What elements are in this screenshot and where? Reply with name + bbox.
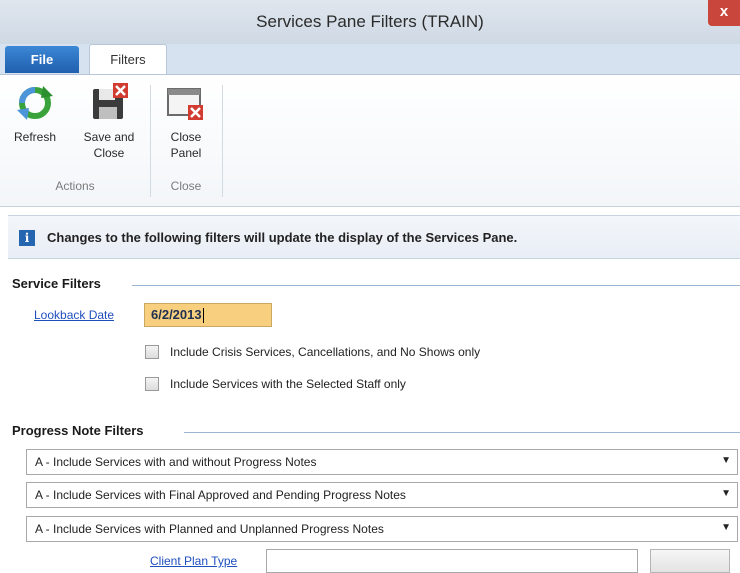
close-panel-button[interactable]: Close Panel: [154, 83, 218, 161]
ribbon: Refresh Save and Close Actions Close Pan…: [0, 75, 740, 207]
filters-content: Service Filters Lookback Date 6/2/2013 I…: [8, 264, 740, 573]
planned-status-select-value: A - Include Services with Planned and Un…: [35, 522, 384, 536]
include-crisis-label: Include Crisis Services, Cancellations, …: [170, 345, 481, 359]
approval-status-select[interactable]: A - Include Services with Final Approved…: [26, 482, 738, 508]
info-icon: i: [19, 230, 35, 246]
section-divider: [132, 285, 740, 286]
client-plan-type-input[interactable]: [266, 549, 638, 573]
section-divider: [184, 432, 740, 433]
lookback-date-link[interactable]: Lookback Date: [34, 308, 114, 322]
refresh-icon: [15, 83, 55, 123]
include-staff-label: Include Services with the Selected Staff…: [170, 377, 406, 391]
window-close-button[interactable]: x: [708, 0, 740, 26]
refresh-label: Refresh: [13, 130, 57, 144]
tab-filters[interactable]: Filters: [89, 44, 167, 74]
close-group-label: Close: [170, 179, 202, 193]
save-and-close-button[interactable]: Save and Close: [74, 83, 144, 161]
save-and-close-label-1: Save and: [83, 130, 135, 144]
approval-status-select-value: A - Include Services with Final Approved…: [35, 488, 406, 502]
close-panel-label-1: Close: [170, 130, 202, 144]
text-cursor: [202, 308, 204, 324]
client-plan-type-button[interactable]: [650, 549, 730, 573]
client-plan-type-link[interactable]: Client Plan Type: [150, 554, 237, 568]
info-bar: i Changes to the following filters will …: [8, 215, 740, 259]
lookback-date-input[interactable]: 6/2/2013: [144, 303, 272, 327]
chevron-down-icon: ▼: [721, 455, 731, 466]
chevron-down-icon: ▼: [721, 522, 731, 533]
include-crisis-checkbox[interactable]: [145, 345, 159, 359]
chevron-down-icon: ▼: [721, 488, 731, 499]
save-close-icon: [89, 83, 129, 123]
window-title: Services Pane Filters (TRAIN): [256, 12, 484, 31]
refresh-button[interactable]: Refresh: [0, 83, 70, 145]
save-and-close-label-2: Close: [93, 146, 125, 160]
info-message: Changes to the following filters will up…: [47, 230, 518, 245]
tab-file[interactable]: File: [5, 46, 79, 73]
close-panel-icon: [166, 83, 206, 123]
title-bar: Services Pane Filters (TRAIN) x: [0, 0, 740, 44]
ribbon-separator: [222, 85, 223, 197]
actions-group-label: Actions: [55, 179, 95, 193]
planned-status-select[interactable]: A - Include Services with Planned and Un…: [26, 516, 738, 542]
close-panel-label-2: Panel: [170, 146, 202, 160]
include-staff-checkbox[interactable]: [145, 377, 159, 391]
progress-notes-select-value: A - Include Services with and without Pr…: [35, 455, 317, 469]
progress-note-filters-title: Progress Note Filters: [12, 423, 144, 438]
service-filters-title: Service Filters: [12, 276, 101, 291]
progress-notes-select[interactable]: A - Include Services with and without Pr…: [26, 449, 738, 475]
ribbon-tabs: File Filters: [0, 44, 740, 75]
lookback-date-value: 6/2/2013: [151, 307, 202, 322]
ribbon-separator: [150, 85, 151, 197]
